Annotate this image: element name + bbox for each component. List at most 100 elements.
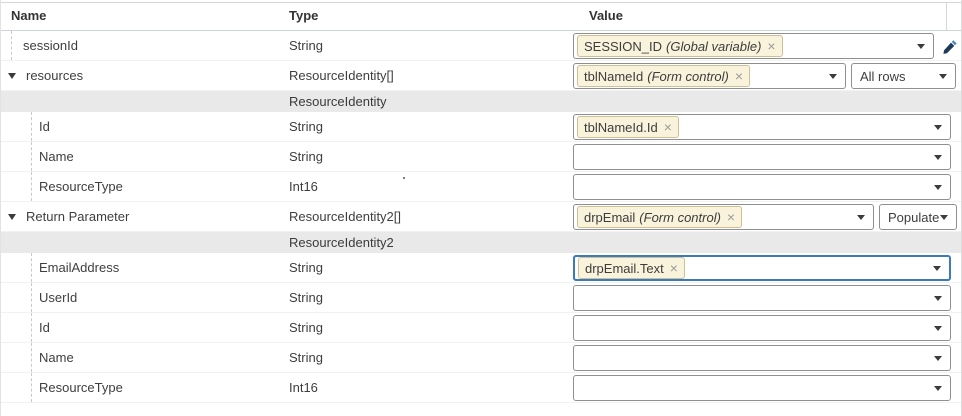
parameter-mapping-table: Name Type Value sessionId String SESSION_I… <box>0 0 962 416</box>
table-row: Id String <box>1 313 961 343</box>
list-mode-dropdown[interactable]: Populate <box>879 204 957 230</box>
value-cell: SESSION_ID(Global variable)× <box>573 33 960 59</box>
table-row: Id String tblNameId.Id× <box>1 112 961 142</box>
value-chip: drpEmail.Text× <box>578 257 685 279</box>
chip-remove-icon[interactable]: × <box>664 120 672 134</box>
collapse-toggle-icon[interactable] <box>8 214 16 220</box>
header-divider <box>946 2 947 30</box>
dropdown-caret-icon <box>829 74 837 79</box>
tree-indent-guide <box>31 172 32 201</box>
value-dropdown[interactable]: drpEmail.Text× <box>573 255 951 281</box>
dropdown-caret-icon <box>939 74 947 79</box>
chip-text: tblNameId <box>584 69 643 84</box>
chip-remove-icon[interactable]: × <box>767 39 775 53</box>
subheader-row: ResourceIdentity2 <box>1 232 961 253</box>
param-name: Id <box>39 112 50 141</box>
value-dropdown[interactable] <box>573 345 951 371</box>
table-row: Name String <box>1 142 961 172</box>
tree-indent-guide <box>31 112 32 141</box>
param-type: Int16 <box>289 373 318 402</box>
param-name: ResourceType <box>39 373 123 402</box>
dropdown-caret-icon <box>933 266 941 271</box>
list-mode-dropdown[interactable]: All rows <box>851 63 956 89</box>
value-cell <box>573 315 951 341</box>
collapse-toggle-icon[interactable] <box>8 73 16 79</box>
value-dropdown[interactable] <box>573 375 951 401</box>
tree-indent-guide <box>11 31 12 60</box>
param-name: UserId <box>39 283 77 312</box>
table-row: UserId String <box>1 283 961 313</box>
param-name: resources <box>26 61 83 90</box>
tree-indent-guide <box>31 343 32 372</box>
param-type: String <box>289 283 323 312</box>
value-dropdown[interactable] <box>573 144 951 170</box>
value-cell: tblNameId.Id× <box>573 114 951 140</box>
value-dropdown[interactable]: tblNameId (Form control) × <box>573 63 846 89</box>
value-cell <box>573 285 951 311</box>
dropdown-caret-icon <box>940 215 948 220</box>
table-row: ResourceType Int16 <box>1 373 961 403</box>
dropdown-caret-icon <box>934 356 942 361</box>
value-dropdown[interactable] <box>573 285 951 311</box>
value-chip: SESSION_ID(Global variable)× <box>577 35 783 57</box>
table-body: sessionId String SESSION_ID(Global variabl… <box>1 31 961 403</box>
chip-remove-icon[interactable]: × <box>735 69 743 83</box>
param-name: Id <box>39 313 50 342</box>
dropdown-caret-icon <box>934 326 942 331</box>
value-chip: tblNameId.Id× <box>577 116 679 138</box>
param-type: String <box>289 313 323 342</box>
chip-text: SESSION_ID <box>584 39 662 54</box>
param-name: Name <box>39 142 74 171</box>
dropdown-caret-icon <box>934 386 942 391</box>
param-name: Name <box>39 343 74 372</box>
table-row: Return ParameterResourceIdentity2[]drpEm… <box>1 202 961 232</box>
value-dropdown[interactable] <box>573 315 951 341</box>
table-row: resources ResourceIdentity[] tblNameId (For… <box>1 61 961 91</box>
value-dropdown[interactable]: tblNameId.Id× <box>573 114 951 140</box>
chip-remove-icon[interactable]: × <box>727 210 735 224</box>
tree-indent-guide <box>31 283 32 312</box>
struct-type-label: ResourceIdentity <box>289 91 387 112</box>
param-type: ResourceIdentity[] <box>289 61 394 90</box>
value-dropdown[interactable]: SESSION_ID(Global variable)× <box>573 33 934 59</box>
tree-indent-guide <box>31 253 32 282</box>
dropdown-caret-icon <box>857 215 865 220</box>
dropdown-caret-icon <box>934 125 942 130</box>
chip-annotation: (Form control) <box>639 210 721 225</box>
param-name: EmailAddress <box>39 253 119 282</box>
chip-text: drpEmail <box>584 210 635 225</box>
value-dropdown[interactable] <box>573 174 951 200</box>
param-name: sessionId <box>23 31 78 60</box>
value-cell: drpEmail (Form control) × Populate <box>573 204 957 230</box>
edit-value-button[interactable] <box>940 33 960 59</box>
dropdown-caret-icon <box>934 185 942 190</box>
stray-dot <box>403 177 405 179</box>
value-cell <box>573 174 951 200</box>
value-cell: drpEmail.Text× <box>573 255 951 281</box>
chip-annotation: (Form control) <box>647 69 729 84</box>
param-name: ResourceType <box>39 172 123 201</box>
dropdown-caret-icon <box>934 155 942 160</box>
param-type: String <box>289 31 323 60</box>
param-type: String <box>289 142 323 171</box>
tree-indent-guide <box>31 313 32 342</box>
pencil-icon <box>942 38 959 55</box>
column-header-value: Value <box>589 0 623 31</box>
list-mode-label: All rows <box>852 69 906 84</box>
dropdown-caret-icon <box>934 296 942 301</box>
value-cell <box>573 345 951 371</box>
chip-remove-icon[interactable]: × <box>670 261 678 275</box>
subheader-row: ResourceIdentity <box>1 91 961 112</box>
param-type: String <box>289 112 323 141</box>
column-header-type: Type <box>289 0 318 31</box>
table-row: ResourceTypeInt16 <box>1 172 961 202</box>
tree-indent-guide <box>31 373 32 402</box>
table-row: sessionId String SESSION_ID(Global variabl… <box>1 31 961 61</box>
value-chip: tblNameId (Form control) × <box>577 65 750 87</box>
table-header-row: Name Type Value <box>1 0 961 31</box>
value-chip: drpEmail (Form control) × <box>577 206 742 228</box>
column-header-name: Name <box>11 0 46 31</box>
param-type: ResourceIdentity2[] <box>289 202 401 231</box>
param-type: String <box>289 343 323 372</box>
value-dropdown[interactable]: drpEmail (Form control) × <box>573 204 874 230</box>
